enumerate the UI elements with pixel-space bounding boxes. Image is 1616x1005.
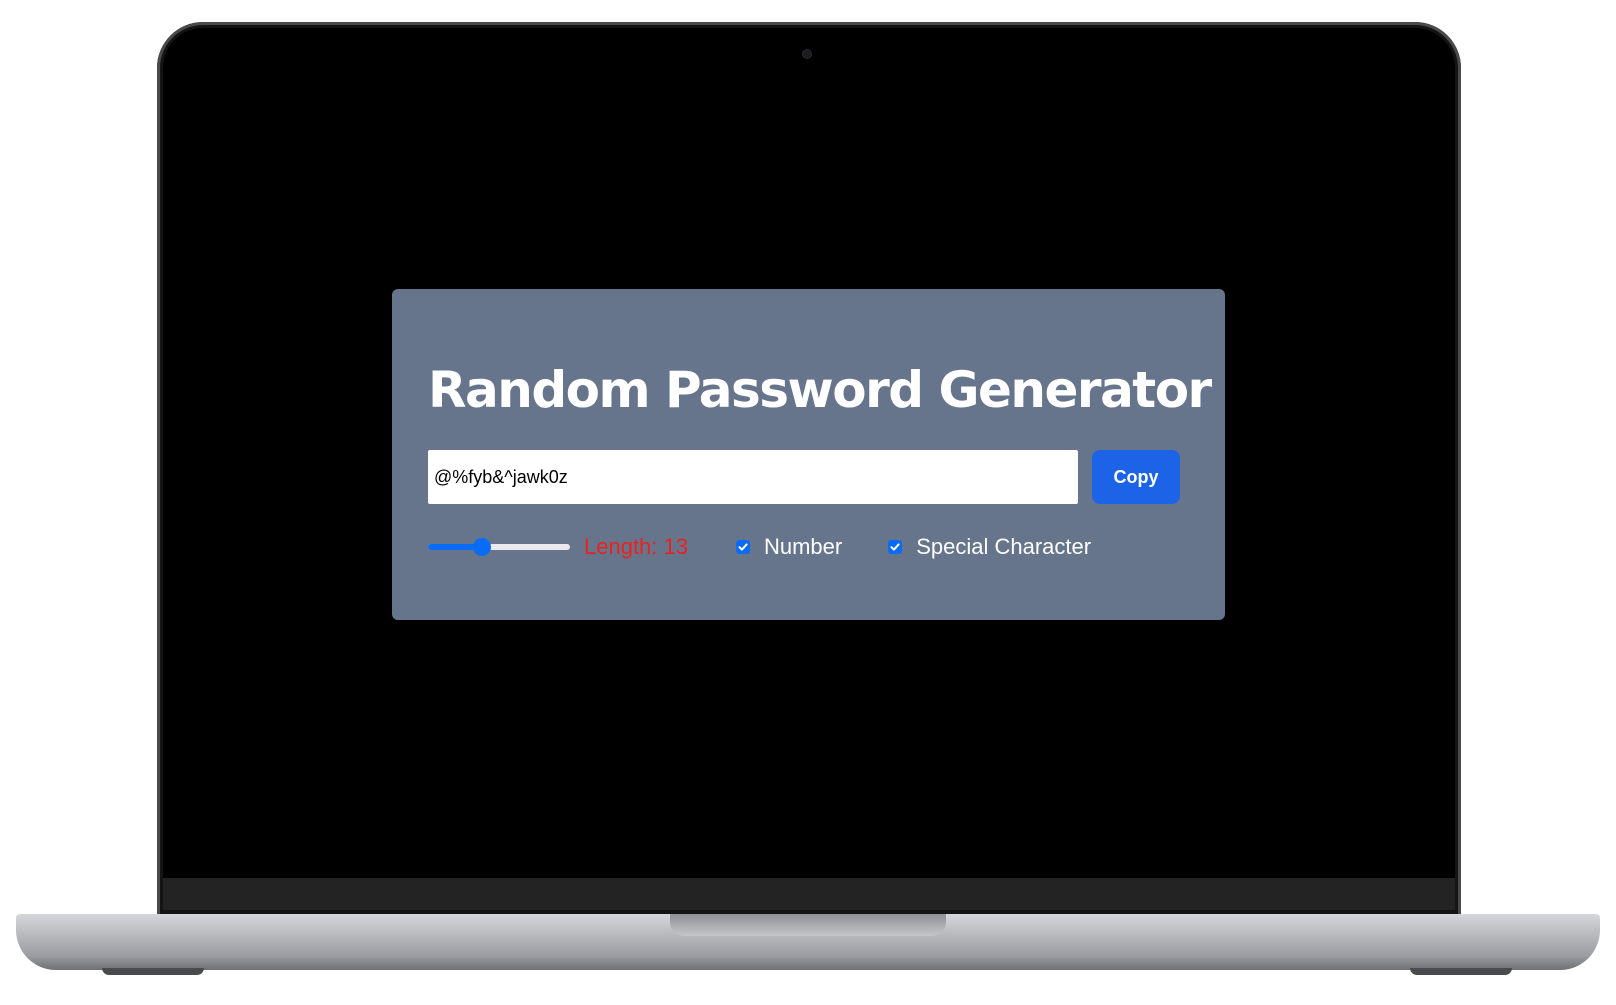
special-character-checkbox[interactable] — [888, 540, 903, 554]
number-label: Number — [763, 534, 843, 559]
options-row: Length: 13 Number Special Character — [428, 530, 1137, 564]
special-character-label: Special Character — [916, 534, 1092, 559]
length-slider[interactable] — [428, 537, 570, 557]
check-icon — [890, 543, 900, 551]
webcam-icon — [803, 50, 811, 58]
check-icon — [738, 543, 748, 551]
laptop-foot-left — [102, 968, 204, 975]
password-generator-card: Random Password Generator Copy Length: 1… — [392, 289, 1225, 620]
number-checkbox[interactable] — [735, 540, 750, 554]
slider-thumb[interactable] — [472, 538, 491, 556]
laptop-mockup: Random Password Generator Copy Length: 1… — [0, 0, 1616, 1005]
password-field[interactable] — [428, 450, 1078, 504]
option-special-character[interactable]: Special Character — [888, 534, 1091, 560]
screen-bottom-bezel — [163, 878, 1455, 910]
page-title: Random Password Generator — [428, 361, 1212, 419]
laptop-opening-notch — [670, 914, 946, 936]
length-label: Length: 13 — [584, 534, 688, 559]
laptop-foot-right — [1410, 968, 1512, 975]
copy-button[interactable]: Copy — [1092, 450, 1180, 504]
option-number[interactable]: Number — [735, 534, 843, 560]
